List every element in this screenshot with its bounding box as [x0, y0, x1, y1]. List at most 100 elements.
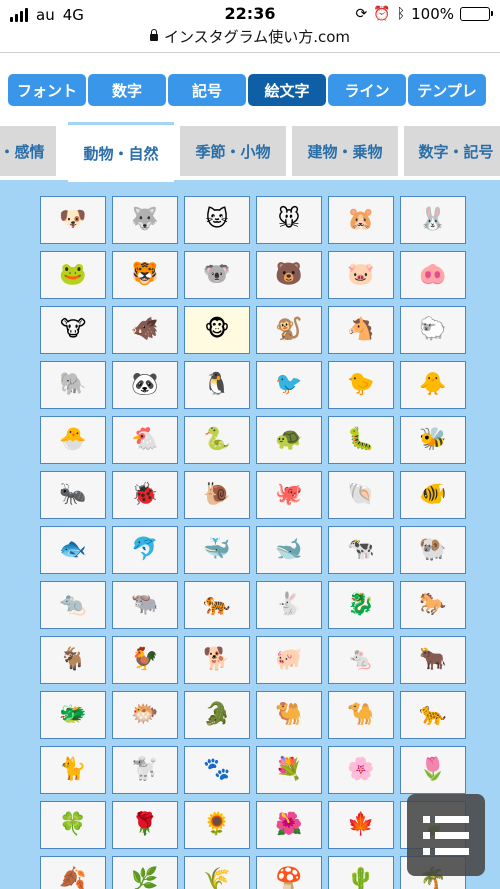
emoji-cell[interactable]: 🌻 [184, 801, 250, 849]
battery-percent: 100% [411, 5, 454, 23]
emoji-cell[interactable]: 🍀 [40, 801, 106, 849]
emoji-cell[interactable]: 🐧 [184, 361, 250, 409]
emoji-cell[interactable]: 🐈 [40, 746, 106, 794]
emoji-cell[interactable]: 🐬 [112, 526, 178, 574]
emoji-cell[interactable]: 🐑 [400, 306, 466, 354]
emoji-cell[interactable]: 🐤 [328, 361, 394, 409]
emoji-cell[interactable]: 🐴 [328, 306, 394, 354]
emoji-cell[interactable]: 🐉 [328, 581, 394, 629]
emoji-cell[interactable]: 🐪 [328, 691, 394, 739]
emoji-cell[interactable]: 🐓 [112, 636, 178, 684]
emoji-cell[interactable]: 🐇 [256, 581, 322, 629]
emoji-cell[interactable]: 🐕 [184, 636, 250, 684]
emoji-cell[interactable]: 🌷 [400, 746, 466, 794]
emoji-grid: 🐶 🐺 🐱 🐭 🐹 🐰 🐸 🐯 🐨 🐻 🐷 🐽 🐮 🐗 🐵 🐒 🐴 🐑 🐘 🐼 🐧 🐦 🐤 🐥 🐣 🐔 🐍 🐢 🐛 🐝 🐜 🐞 🐌 🐙 🐚 🐠 🐟 🐬 🐳 🐋… [40, 196, 466, 889]
category-tab-5[interactable]: テンプレ [408, 74, 486, 106]
emoji-cell[interactable]: 🐄 [328, 526, 394, 574]
category-tab-0[interactable]: フォント [8, 74, 86, 106]
url-text: インスタグラム使い方.com [163, 28, 351, 46]
emoji-cell[interactable]: 🍁 [328, 801, 394, 849]
emoji-cell[interactable]: 🌵 [328, 856, 394, 889]
lock-icon [149, 29, 158, 41]
emoji-cell[interactable]: 🐾 [184, 746, 250, 794]
emoji-cell[interactable]: 🐎 [400, 581, 466, 629]
emoji-cell[interactable]: 🐰 [400, 196, 466, 244]
emoji-cell[interactable]: 🐆 [400, 691, 466, 739]
emoji-cell[interactable]: 🐳 [184, 526, 250, 574]
emoji-cell[interactable]: 🐋 [256, 526, 322, 574]
emoji-cell[interactable]: 🐽 [400, 251, 466, 299]
emoji-cell[interactable]: 🐞 [112, 471, 178, 519]
emoji-cell[interactable]: 🐭 [256, 196, 322, 244]
rotation-lock-icon: ⟳ [355, 6, 368, 22]
emoji-cell[interactable]: 🐝 [400, 416, 466, 464]
sub-tab-4[interactable]: 数字・記号 [404, 126, 500, 176]
emoji-cell[interactable]: 🐚 [328, 471, 394, 519]
emoji-cell[interactable]: 🐩 [112, 746, 178, 794]
status-right: ⟳ ⏰ ᛒ 100% [355, 5, 493, 23]
emoji-cell[interactable]: 🐀 [40, 581, 106, 629]
url-bar[interactable]: インスタグラム使い方.com [0, 26, 500, 50]
list-menu-icon [423, 815, 469, 855]
emoji-cell[interactable]: 🌾 [184, 856, 250, 889]
emoji-cell[interactable]: 🐷 [328, 251, 394, 299]
emoji-cell[interactable]: 🐵 [184, 306, 250, 354]
emoji-cell[interactable]: 🐹 [328, 196, 394, 244]
emoji-cell[interactable]: 🐺 [112, 196, 178, 244]
emoji-cell[interactable]: 🐙 [256, 471, 322, 519]
category-tab-4[interactable]: ライン [328, 74, 406, 106]
emoji-cell[interactable]: 🐲 [40, 691, 106, 739]
emoji-cell[interactable]: 🐻 [256, 251, 322, 299]
emoji-cell[interactable]: 🐜 [40, 471, 106, 519]
emoji-cell[interactable]: 🐨 [184, 251, 250, 299]
emoji-cell[interactable]: 🐡 [112, 691, 178, 739]
emoji-cell[interactable]: 🐍 [184, 416, 250, 464]
emoji-cell[interactable]: 🐖 [256, 636, 322, 684]
emoji-cell[interactable]: 🐮 [40, 306, 106, 354]
emoji-cell[interactable]: 🐱 [184, 196, 250, 244]
emoji-cell[interactable]: 🐃 [112, 581, 178, 629]
emoji-cell[interactable]: 🍄 [256, 856, 322, 889]
floating-menu-button[interactable] [407, 794, 485, 876]
sub-tab-2[interactable]: 季節・小物 [180, 126, 286, 176]
emoji-cell[interactable]: 🌹 [112, 801, 178, 849]
emoji-cell[interactable]: 🐟 [40, 526, 106, 574]
emoji-cell[interactable]: 🐶 [40, 196, 106, 244]
emoji-cell[interactable]: 🌸 [328, 746, 394, 794]
emoji-cell[interactable]: 🐂 [400, 636, 466, 684]
emoji-cell[interactable]: 🐌 [184, 471, 250, 519]
sub-tab-1[interactable]: 動物・自然 [68, 122, 174, 182]
emoji-cell[interactable]: 🐫 [256, 691, 322, 739]
emoji-cell[interactable]: 🐗 [112, 306, 178, 354]
sub-tab-0[interactable]: ・感情 [0, 126, 56, 176]
emoji-cell[interactable]: 🐒 [256, 306, 322, 354]
emoji-cell[interactable]: 🐏 [400, 526, 466, 574]
emoji-cell[interactable]: 🐊 [184, 691, 250, 739]
category-tab-3[interactable]: 絵文字 [248, 74, 326, 106]
emoji-cell[interactable]: 🐦 [256, 361, 322, 409]
bluetooth-icon: ᛒ [396, 6, 406, 22]
emoji-cell[interactable]: 🐢 [256, 416, 322, 464]
emoji-cell[interactable]: 🐅 [184, 581, 250, 629]
emoji-cell[interactable]: 🐥 [400, 361, 466, 409]
category-tab-2[interactable]: 記号 [168, 74, 246, 106]
emoji-cell[interactable]: 🐯 [112, 251, 178, 299]
emoji-cell[interactable]: 🐠 [400, 471, 466, 519]
emoji-panel: 🐶 🐺 🐱 🐭 🐹 🐰 🐸 🐯 🐨 🐻 🐷 🐽 🐮 🐗 🐵 🐒 🐴 🐑 🐘 🐼 🐧 🐦 🐤 🐥 🐣 🐔 🐍 🐢 🐛 🐝 🐜 🐞 🐌 🐙 🐚 🐠 🐟 🐬 🐳 🐋… [0, 180, 500, 889]
emoji-cell[interactable]: 🐁 [328, 636, 394, 684]
emoji-cell[interactable]: 🍂 [40, 856, 106, 889]
emoji-cell[interactable]: 💐 [256, 746, 322, 794]
emoji-cell[interactable]: 🌿 [112, 856, 178, 889]
header-divider [0, 52, 500, 53]
battery-icon [460, 7, 493, 21]
emoji-cell[interactable]: 🐼 [112, 361, 178, 409]
emoji-cell[interactable]: 🌺 [256, 801, 322, 849]
emoji-cell[interactable]: 🐔 [112, 416, 178, 464]
emoji-cell[interactable]: 🐸 [40, 251, 106, 299]
emoji-cell[interactable]: 🐐 [40, 636, 106, 684]
category-tab-1[interactable]: 数字 [88, 74, 166, 106]
emoji-cell[interactable]: 🐘 [40, 361, 106, 409]
sub-tab-3[interactable]: 建物・乗物 [292, 126, 398, 176]
emoji-cell[interactable]: 🐛 [328, 416, 394, 464]
emoji-cell[interactable]: 🐣 [40, 416, 106, 464]
